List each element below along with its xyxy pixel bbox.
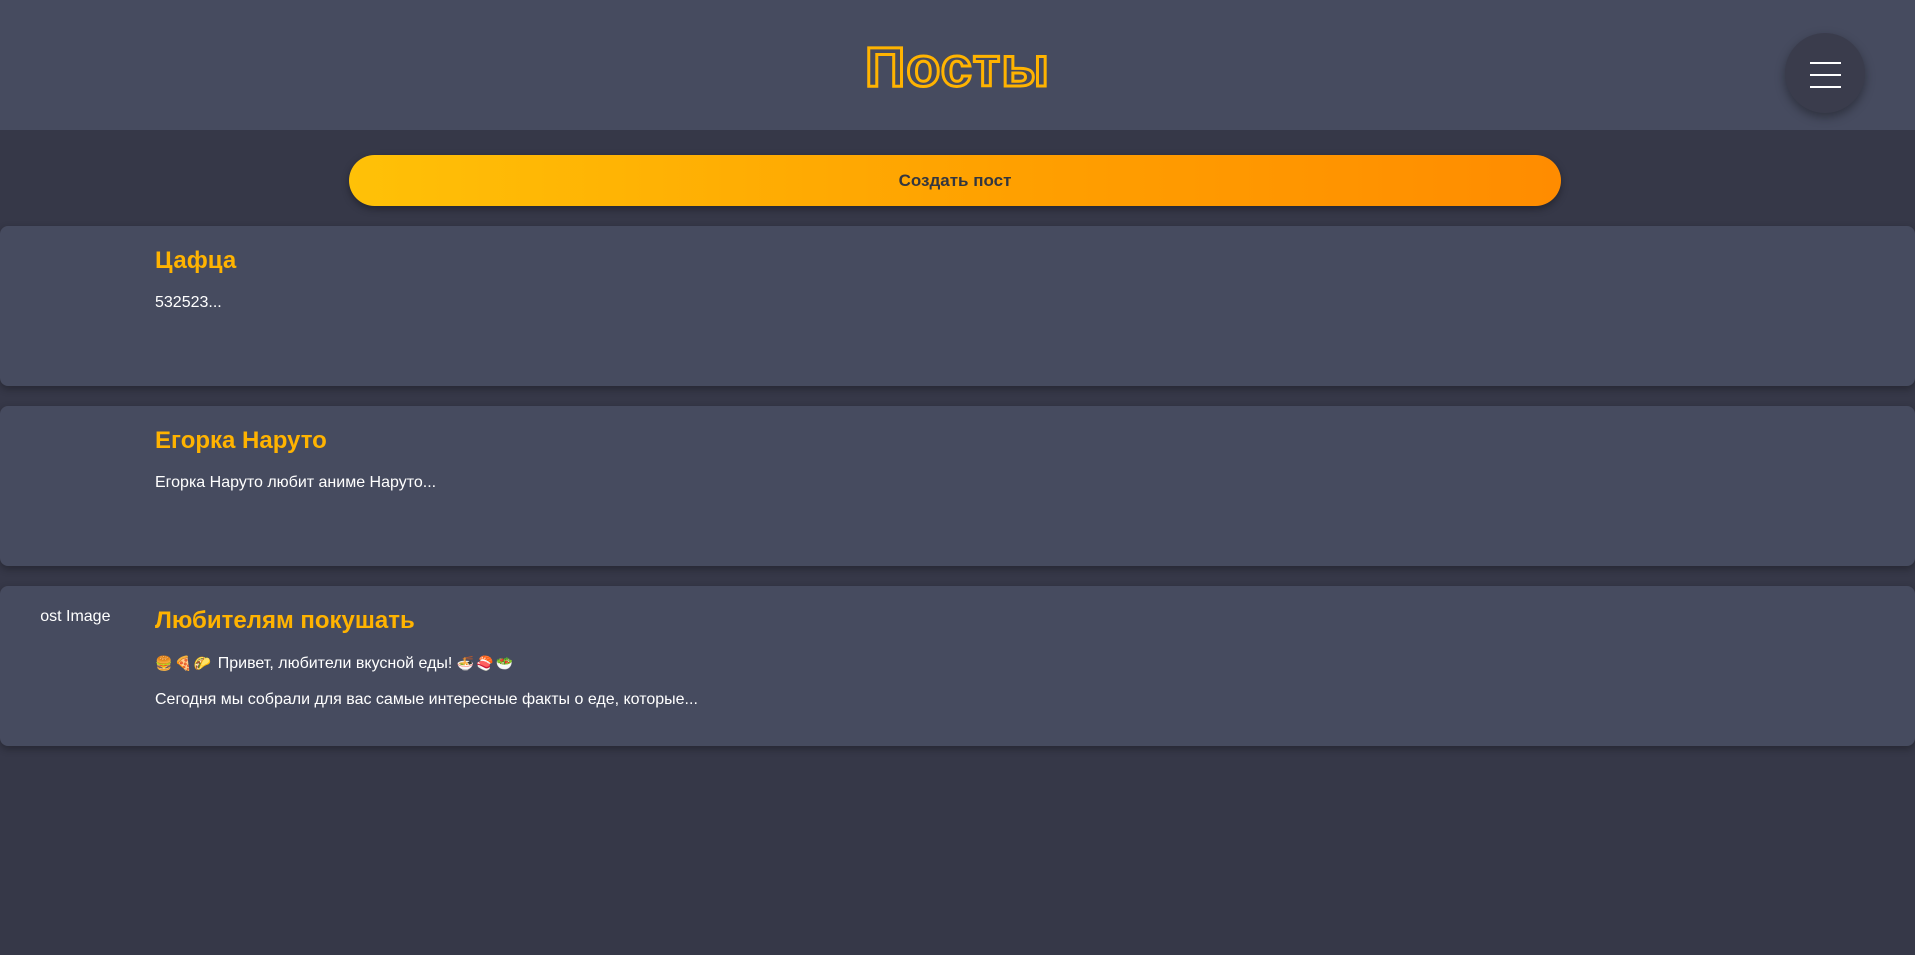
pizza-emoji-icon: 🍕	[174, 655, 192, 671]
post-greeting-text: Привет, любители вкусной еды!	[213, 655, 457, 672]
menu-button[interactable]	[1785, 33, 1865, 113]
post-image-broken: Post Image	[40, 606, 112, 628]
sushi-emoji-icon: 🍣	[476, 655, 494, 671]
post-card[interactable]: Егорка Наруто Егорка Наруто любит аниме …	[0, 406, 1915, 566]
taco-emoji-icon: 🌮	[193, 655, 212, 671]
post-image-alt-text: Post Image	[40, 608, 111, 625]
post-excerpt-line-2: Сегодня мы собрали для вас самые интерес…	[155, 691, 698, 708]
post-card[interactable]: Цафца 532523...	[0, 226, 1915, 386]
post-title: Цафца	[155, 247, 237, 274]
post-excerpt-line-1: 🍔 🍕 🌮 Привет, любители вкусной еды! 🍜 🍣 🥗	[155, 653, 515, 674]
burger-emoji-icon: 🍔	[155, 655, 173, 671]
page-title: Посты	[863, 34, 1051, 100]
hamburger-menu-icon-bar	[1810, 86, 1841, 88]
create-post-button[interactable]: Создать пост	[349, 155, 1561, 206]
page-header: Посты	[0, 0, 1915, 130]
hamburger-menu-icon-bar	[1810, 74, 1841, 76]
noodles-emoji-icon: 🍜	[456, 655, 475, 671]
hamburger-menu-icon	[1810, 62, 1841, 64]
post-title: Егорка Наруто	[155, 427, 327, 454]
salad-emoji-icon: 🥗	[495, 655, 514, 671]
post-title: Любителям покушать	[155, 607, 415, 634]
post-card[interactable]: Post Image Любителям покушать 🍔🍕🌮 Привет…	[0, 586, 1915, 746]
post-excerpt: Егорка Наруто любит аниме Наруто...	[155, 474, 437, 491]
post-excerpt: 532523...	[155, 294, 222, 311]
